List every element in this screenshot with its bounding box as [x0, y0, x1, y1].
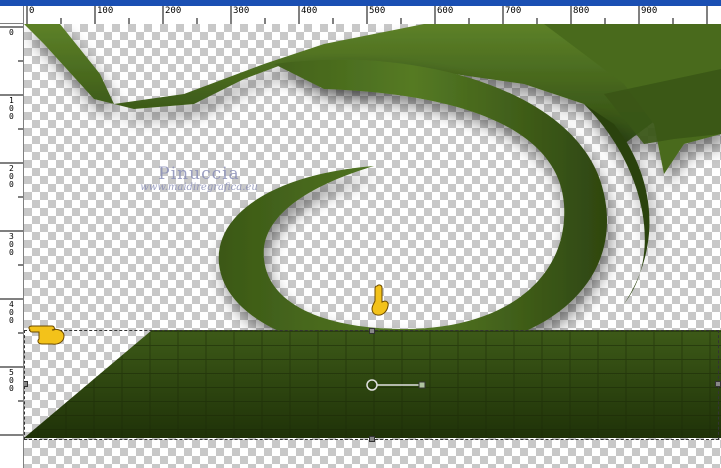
h-ruler-label: 100 — [97, 6, 114, 16]
top-swoosh — [24, 24, 721, 174]
pointing-hand-icon — [28, 325, 65, 345]
watermark-url: www.maidiregrafica.eu — [140, 182, 258, 193]
v-ruler-label: 200 — [9, 164, 14, 189]
h-ruler-label: 600 — [437, 6, 454, 16]
h-ruler-label: 800 — [573, 6, 590, 16]
h-ruler-label: 500 — [369, 6, 386, 16]
v-ruler-label: 0 — [9, 28, 14, 37]
floor-layer — [24, 330, 721, 438]
v-ruler-label: 400 — [9, 300, 14, 325]
ruler-corner — [0, 6, 24, 24]
h-ruler-label: 200 — [165, 6, 182, 16]
h-ruler-label: 300 — [233, 6, 250, 16]
h-ruler-label: 700 — [505, 6, 522, 16]
watermark: Pinuccia www.maidiregrafica.eu — [114, 164, 284, 193]
h-ruler-label: 0 — [29, 6, 35, 16]
v-ruler-label: 500 — [9, 368, 14, 393]
pointing-hand-icon — [371, 284, 389, 316]
artwork — [24, 24, 721, 438]
v-ruler-label: 300 — [9, 232, 14, 257]
h-ruler-label: 900 — [641, 6, 658, 16]
vertical-ruler: 0 100 200 300 400 500 — [0, 24, 24, 468]
horizontal-ruler: 0 100 200 300 400 500 600 700 800 900 — [24, 6, 721, 25]
image-canvas[interactable]: Pinuccia www.maidiregrafica.eu — [24, 24, 721, 468]
v-ruler-label: 100 — [9, 96, 14, 121]
watermark-name: Pinuccia — [158, 164, 240, 184]
h-ruler-label: 400 — [301, 6, 318, 16]
